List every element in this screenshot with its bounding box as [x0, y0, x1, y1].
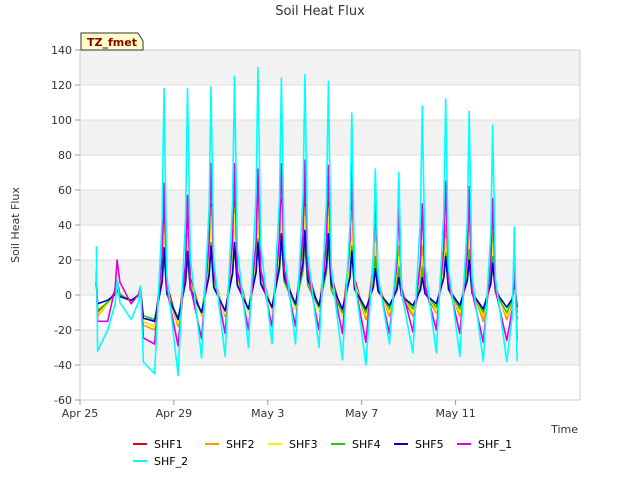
x-tick-label: May 3 — [251, 407, 284, 420]
soil-heat-flux-chart: -60 -40 -20 0 20 40 60 80 100 120 140 Apr 25 Apr 29… — [0, 0, 640, 480]
legend-label: SHF1 — [154, 438, 183, 451]
x-tick-label: Apr 25 — [62, 407, 99, 420]
y-tick-label: 60 — [58, 184, 72, 197]
y-tick-label: 100 — [51, 114, 72, 127]
chart-title: Soil Heat Flux — [275, 4, 365, 19]
x-axis-title: Time — [550, 423, 578, 436]
legend-label: SHF2 — [226, 438, 255, 451]
y-tick-label: 140 — [51, 44, 72, 57]
legend-label: SHF_2 — [154, 455, 188, 468]
x-tick-label: May 7 — [345, 407, 378, 420]
y-tick-label: 20 — [58, 254, 72, 267]
legend-label: SHF4 — [352, 438, 381, 451]
legend-label: SHF3 — [289, 438, 318, 451]
plot-band — [80, 50, 580, 85]
x-tick-label: May 11 — [435, 407, 475, 420]
site-badge-label: TZ_fmet — [87, 36, 137, 49]
legend-label: SHF5 — [415, 438, 444, 451]
y-tick-label: 0 — [65, 289, 72, 302]
y-tick-label: -20 — [54, 324, 72, 337]
y-tick-label: -40 — [54, 359, 72, 372]
y-tick-label: 40 — [58, 219, 72, 232]
site-badge: TZ_fmet — [80, 32, 144, 51]
legend-label: SHF_1 — [478, 438, 512, 451]
y-tick-label: -60 — [54, 394, 72, 407]
y-axis-title: Soil Heat Flux — [9, 187, 22, 263]
x-tick-label: Apr 29 — [156, 407, 193, 420]
y-tick-label: 80 — [58, 149, 72, 162]
y-tick-label: 120 — [51, 79, 72, 92]
